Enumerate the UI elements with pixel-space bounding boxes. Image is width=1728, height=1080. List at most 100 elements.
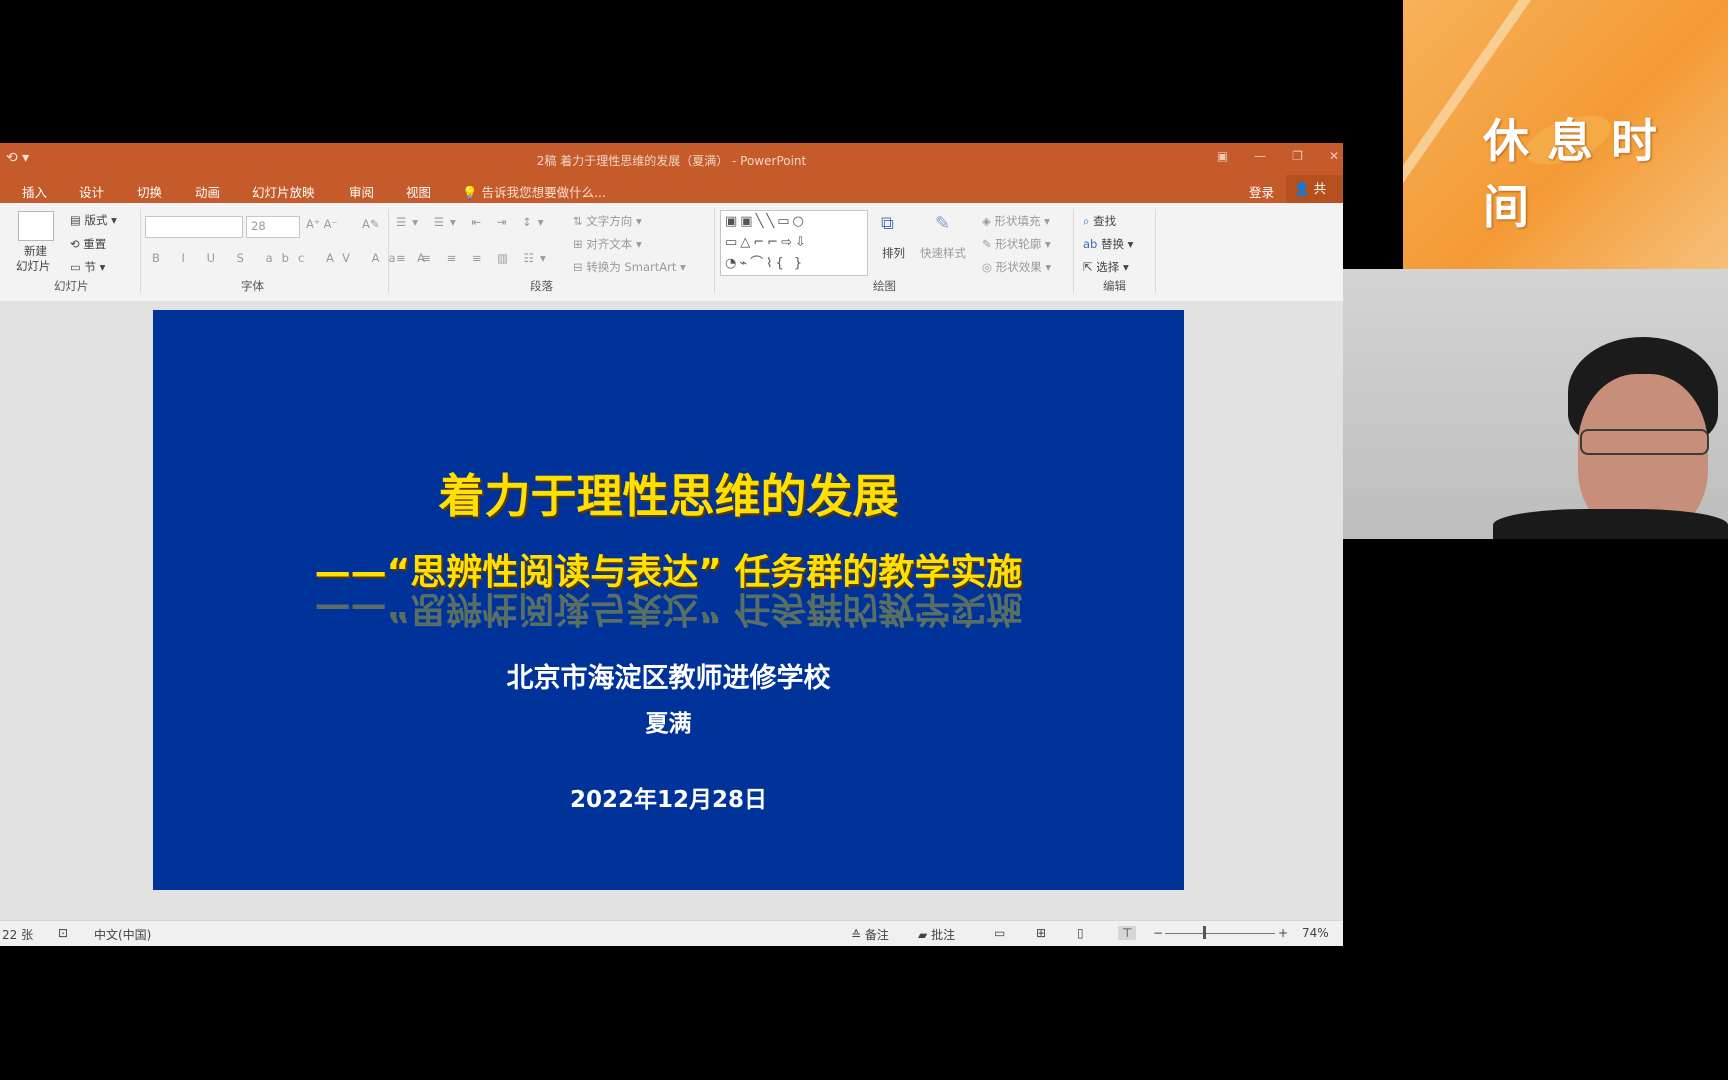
section-icon: ▭: [70, 260, 81, 274]
restore-icon[interactable]: ❐: [1292, 149, 1303, 163]
break-time-panel: 休息时间: [1403, 0, 1728, 269]
powerpoint-window: ⟲ ▾ 2稿 着力于理性思维的发展（夏满） - PowerPoint ▣ — ❐…: [0, 143, 1343, 946]
tell-me-text: 告诉我您想要做什么...: [481, 185, 606, 200]
arrange-icon[interactable]: ⧉: [881, 213, 894, 234]
shapes-gallery[interactable]: ▣▣╲╲▭○ ▭△⌐⌐⇨⇩ ◔⌁⌒⌇{ }: [720, 210, 868, 276]
section-button[interactable]: ▭ 节 ▾: [70, 259, 105, 275]
select-button[interactable]: ⇱ 选择 ▾: [1083, 259, 1129, 275]
subtitle-reflection: ——“思辨性阅读与表达” 任务群的教学实施: [314, 588, 1023, 629]
reading-view-icon[interactable]: ▯: [1077, 926, 1084, 940]
divider: [1155, 209, 1156, 293]
ribbon: 新建 幻灯片 ▤ 版式 ▾ ⟲ 重置 ▭ 节 ▾ 幻灯片 28 A⁺ A⁻ A✎…: [0, 203, 1343, 302]
status-bar: 22 张 ⊡ 中文(中国) ≙ 备注 ▰ 批注 ▭ ⊞ ▯ ⊤ − + 74%: [0, 920, 1343, 946]
person-icon: 👤: [1294, 181, 1310, 196]
paint-bucket-icon: ◈: [982, 214, 991, 228]
layout-button[interactable]: ▤ 版式 ▾: [70, 212, 117, 228]
shape-outline-label: 形状轮廓: [995, 237, 1042, 251]
comment-icon: ▰: [918, 928, 928, 942]
zoom-out-icon[interactable]: −: [1153, 926, 1163, 940]
tab-view[interactable]: 视图: [406, 182, 431, 201]
slide-title[interactable]: 着力于理性思维的发展: [153, 460, 1184, 526]
quick-styles-icon[interactable]: ✎: [935, 213, 950, 234]
shape-fill-label: 形状填充: [994, 214, 1041, 228]
language-indicator[interactable]: 中文(中国): [94, 926, 151, 943]
tab-review[interactable]: 审阅: [349, 182, 374, 201]
group-label-font: 字体: [241, 279, 264, 293]
quick-styles-label[interactable]: 快速样式: [920, 245, 966, 261]
layout-icon: ▤: [70, 213, 81, 227]
tell-me-box[interactable]: 💡 告诉我您想要做什么...: [462, 182, 606, 201]
new-slide-label-2[interactable]: 幻灯片: [16, 258, 51, 274]
presenter-glasses: [1580, 429, 1709, 455]
slide-sorter-icon[interactable]: ⊞: [1036, 926, 1046, 940]
arrange-label[interactable]: 排列: [882, 245, 905, 261]
slide-date[interactable]: 2022年12月28日: [153, 780, 1184, 814]
tab-design[interactable]: 设计: [79, 182, 104, 201]
reset-button[interactable]: ⟲ 重置: [70, 236, 106, 252]
normal-view-icon[interactable]: ▭: [994, 926, 1005, 940]
group-label-slides: 幻灯片: [54, 279, 89, 293]
login-link[interactable]: 登录: [1249, 182, 1274, 201]
tab-slideshow[interactable]: 幻灯片放映: [252, 182, 315, 201]
grow-font-icon[interactable]: A⁺ A⁻: [306, 217, 338, 231]
comments-button[interactable]: ▰ 批注: [918, 926, 955, 943]
find-button[interactable]: ⌕ 查找: [1083, 213, 1116, 229]
zoom-slider-thumb[interactable]: [1203, 926, 1206, 939]
list-icons[interactable]: ☰▾ ☰▾ ⇤ ⇥ ↕▾: [396, 215, 549, 229]
font-size-input[interactable]: 28: [246, 216, 300, 238]
slide-count: 22 张: [2, 928, 34, 942]
divider: [714, 209, 715, 293]
zoom-slider[interactable]: [1165, 933, 1275, 934]
smartart-button[interactable]: ⊟ 转换为 SmartArt ▾: [573, 259, 686, 275]
zoom-in-icon[interactable]: +: [1278, 926, 1288, 940]
presenter-video: [1343, 269, 1728, 539]
font-format-icons[interactable]: B I U S abc AV Aa A: [152, 251, 434, 265]
smartart-label: 转换为 SmartArt: [586, 260, 677, 274]
divider: [388, 209, 389, 293]
font-name-input[interactable]: [145, 216, 243, 238]
smartart-icon: ⊟: [573, 260, 583, 274]
section-label: 节: [84, 260, 97, 274]
ribbon-display-icon[interactable]: ▣: [1217, 149, 1228, 163]
slide-canvas[interactable]: 着力于理性思维的发展 ——“思辨性阅读与表达” 任务群的教学实施 ——“思辨性阅…: [153, 310, 1184, 890]
font-size-value: 28: [251, 219, 266, 233]
align-icons[interactable]: ≡ ≡ ≡ ≡ ▥ ☷▾: [396, 251, 552, 265]
new-slide-label[interactable]: 新建: [24, 243, 47, 259]
shape-fill-button[interactable]: ◈ 形状填充 ▾: [982, 213, 1050, 229]
minimize-icon[interactable]: —: [1254, 149, 1266, 163]
group-label-paragraph: 段落: [530, 279, 553, 293]
shape-effects-label: 形状效果: [995, 260, 1042, 274]
window-controls: ▣ — ❐ ✕: [1217, 149, 1339, 163]
replace-button[interactable]: ab 替换 ▾: [1083, 236, 1133, 252]
replace-label: 替换: [1101, 237, 1125, 251]
tab-transitions[interactable]: 切换: [137, 182, 162, 201]
tab-animations[interactable]: 动画: [195, 182, 220, 201]
share-button[interactable]: 👤 共享: [1286, 175, 1343, 224]
notes-label: 备注: [864, 928, 889, 942]
reset-icon: ⟲: [70, 237, 80, 251]
title-bar: ⟲ ▾ 2稿 着力于理性思维的发展（夏满） - PowerPoint ▣ — ❐…: [0, 143, 1343, 175]
text-direction-label: 文字方向: [586, 214, 633, 228]
spellcheck-icon[interactable]: ⊡: [58, 926, 68, 940]
shape-outline-button[interactable]: ✎ 形状轮廓 ▾: [982, 236, 1051, 252]
close-icon[interactable]: ✕: [1329, 149, 1339, 163]
break-time-text: 休息时间: [1483, 114, 1675, 234]
clear-format-icon[interactable]: A✎: [362, 217, 380, 231]
divider: [140, 209, 141, 293]
comments-label: 批注: [931, 928, 956, 942]
slide-author[interactable]: 夏满: [153, 704, 1184, 738]
text-direction-button[interactable]: ⇅ 文字方向 ▾: [573, 213, 642, 229]
align-text-label: 对齐文本: [586, 237, 633, 251]
tab-insert[interactable]: 插入: [22, 182, 47, 201]
new-slide-icon[interactable]: [18, 211, 54, 241]
notes-button[interactable]: ≙ 备注: [851, 926, 889, 943]
shape-effects-button[interactable]: ◎ 形状效果 ▾: [982, 259, 1051, 275]
slide-organization[interactable]: 北京市海淀区教师进修学校: [153, 656, 1184, 695]
align-text-icon: ⊞: [573, 237, 583, 251]
effects-icon: ◎: [982, 260, 993, 274]
ribbon-tabs: 插入 设计 切换 动画 幻灯片放映 审阅 视图 💡 告诉我您想要做什么... 登…: [0, 175, 1343, 224]
window-title: 2稿 着力于理性思维的发展（夏满） - PowerPoint: [536, 154, 807, 168]
slideshow-icon[interactable]: ⊤: [1118, 926, 1137, 940]
zoom-level[interactable]: 74%: [1302, 926, 1329, 940]
align-text-button[interactable]: ⊞ 对齐文本 ▾: [573, 236, 642, 252]
